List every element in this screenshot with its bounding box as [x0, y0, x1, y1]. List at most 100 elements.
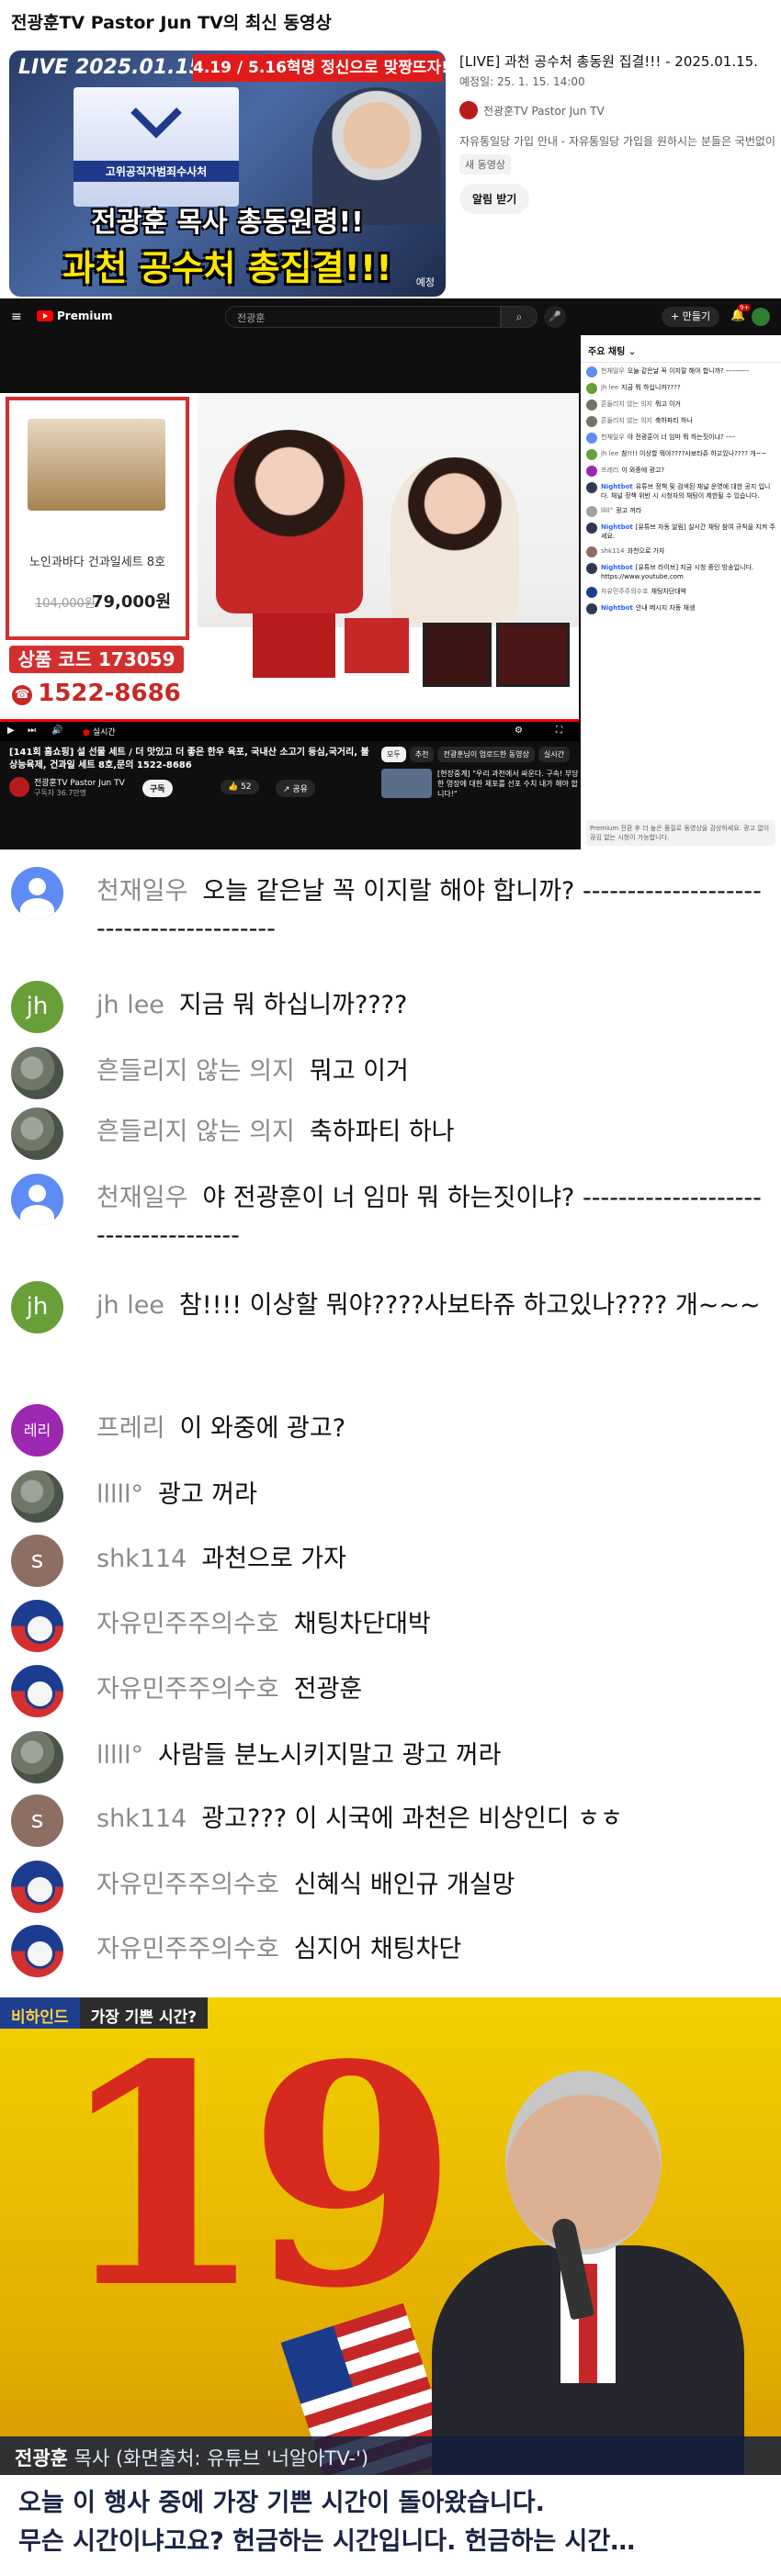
latest-video-section: 전광훈TV Pastor Jun TV의 최신 동영상 LIVE 2025.01… — [0, 0, 781, 298]
share-button[interactable]: ↗ 공유 — [276, 780, 315, 797]
chat-message: Nightbot 유튜브 정책 및 검색된 채널 운영에 대한 공지 입니다. 채… — [586, 482, 775, 501]
chat-author: 흔들리지 않는 의지 — [601, 400, 652, 408]
chat-text: Nightbot [유튜브 자동 알림] 실시간 채팅 참여 규칙을 지켜 주세요… — [601, 523, 775, 541]
chat-author[interactable]: lllll° — [96, 1741, 143, 1770]
chat-author: jh lee — [601, 450, 619, 457]
chat-text: 흔들리지 않는 의지 뭐고 이거 — [601, 399, 681, 411]
notification-bell[interactable]: 🔔 9+ — [730, 304, 752, 322]
chat-avatar[interactable] — [11, 1599, 63, 1652]
volume-icon[interactable]: 🔊 — [51, 726, 62, 736]
chat-avatar[interactable]: s — [11, 1794, 63, 1848]
order-phone: ☎ 1522-8686 — [9, 678, 184, 710]
chat-body: 심지어 채팅차단 — [293, 1935, 462, 1964]
player-channel[interactable]: 전광훈TV Pastor Jun TV 구독자 36.7만명 — [9, 776, 125, 798]
related-filter-chips: 모두 추천 전광훈님이 업로드한 동영상 실시간 — [381, 747, 570, 762]
chat-text: shk114 과천으로 가자 — [96, 1540, 767, 1578]
sale-price: 79,000원 — [92, 592, 172, 612]
user-avatar[interactable] — [752, 308, 770, 326]
chat-avatar[interactable] — [11, 1108, 63, 1161]
youtube-logo[interactable]: Premium — [37, 309, 113, 322]
chip-all[interactable]: 모두 — [381, 747, 406, 762]
notify-button[interactable]: 알림 받기 — [459, 184, 530, 214]
progress-bar[interactable] — [0, 719, 579, 722]
chat-author[interactable]: 자유민주주의수호 — [96, 1871, 279, 1899]
chat-message: jh lee 지금 뭐 하십니까???? — [586, 383, 775, 394]
chat-message: Nightbot 안내 메시지 자동 재생 — [586, 603, 775, 614]
channel-row[interactable]: 전광훈TV Pastor Jun TV — [459, 101, 605, 119]
chat-avatar[interactable]: jh — [11, 1281, 63, 1334]
product-image — [28, 419, 165, 511]
notification-count: 9+ — [738, 304, 752, 311]
chip-channel-uploads[interactable]: 전광훈님이 업로드한 동영상 — [437, 747, 535, 762]
chat-body: 지금 뭐 하십니까???? — [621, 384, 681, 391]
chat-avatar[interactable] — [11, 1469, 63, 1523]
host-left — [216, 430, 363, 613]
chat-text: Nightbot 안내 메시지 자동 재생 — [601, 603, 695, 614]
chat-author[interactable]: 자유민주주의수호 — [96, 1675, 279, 1704]
menu-icon[interactable]: ≡ — [11, 309, 22, 324]
chat-text: jh lee 참!!!! 이상할 뭐야????사보타쥬 하고있나???? 개~~~ — [96, 1287, 767, 1324]
chat-avatar[interactable]: jh — [11, 981, 63, 1034]
live-indicator[interactable]: 실시간 — [83, 726, 116, 737]
chat-text: Nightbot [유튜브 라이브] 지금 시청 중인 방송입니다. https:… — [601, 563, 775, 581]
new-video-chip: 새 동영상 — [459, 154, 511, 174]
settings-icon[interactable]: ⚙ — [515, 726, 523, 736]
chat-avatar — [586, 433, 597, 444]
chat-avatar[interactable] — [11, 1925, 63, 1978]
chat-text: lllll° 광고 꺼라 — [96, 1476, 767, 1513]
chat-author: 천재일우 — [601, 367, 625, 375]
chat-avatar[interactable] — [11, 1665, 63, 1718]
chat-header[interactable]: 주요 채팅 ⌄ — [581, 335, 781, 363]
create-button[interactable]: + 만들기 — [662, 307, 720, 327]
chat-author[interactable]: 천재일우 — [96, 1184, 187, 1212]
chat-author[interactable]: 흔들리지 않는 의지 — [96, 1118, 295, 1146]
video-thumbnail[interactable]: LIVE 2025.01.15 4.19 / 5.16혁명 정신으로 맞짱뜨자!… — [9, 51, 446, 297]
thumb-caption-2: 과천 공수처 총집결!!! — [62, 248, 392, 288]
chat-author[interactable]: 자유민주주의수호 — [96, 1935, 279, 1963]
chat-message: 흔들리지 않는 의지 뭐고 이거 — [586, 399, 775, 411]
chat-author[interactable]: 자유민주주의수호 — [96, 1610, 279, 1638]
search-icon[interactable]: ⌕ — [501, 306, 538, 328]
chat-avatar[interactable]: 레리 — [11, 1404, 63, 1457]
chat-text: 자유민주주의수호 심지어 채팅차단 — [96, 1930, 767, 1968]
like-button[interactable]: 👍 52 — [221, 780, 259, 794]
chat-avatar[interactable] — [11, 1174, 63, 1226]
chat-author[interactable]: 천재일우 — [96, 877, 187, 906]
chat-author[interactable]: jh lee — [96, 1291, 164, 1320]
chat-author[interactable]: shk114 — [96, 1805, 187, 1833]
news-subtitle: 오늘 이 행사 중에 가장 기쁜 시간이 돌아왔습니다. 무슨 시간이냐고요? … — [0, 2475, 781, 2576]
chat-author[interactable]: lllll° — [96, 1480, 143, 1509]
podium-text: 고위공직자범죄수사처 — [74, 161, 239, 182]
section-heading: 전광훈TV Pastor Jun TV의 최신 동영상 — [11, 13, 332, 33]
channel-avatar — [9, 777, 29, 797]
video-player[interactable]: 노인과바다 건과일세트 8호 104,000원 79,000원 상품 코드 17… — [0, 393, 579, 719]
chat-avatar[interactable] — [11, 1860, 63, 1913]
chat-text: 천재일우 오늘 같은날 꼭 이지랄 해야 합니까? ---------------… — [96, 872, 767, 948]
backdrop-digits: 19 — [55, 1998, 458, 2355]
next-icon[interactable]: ⏭ — [28, 726, 36, 736]
fullscreen-icon[interactable]: ⛶ — [556, 726, 562, 736]
chat-body: 축하파티 하나 — [309, 1118, 455, 1147]
chat-text: 천재일우 오늘 같은날 꼭 이지랄 해야 합니까? ---------- — [601, 366, 749, 377]
chat-author[interactable]: jh lee — [96, 991, 164, 1019]
chat-author[interactable]: shk114 — [96, 1545, 187, 1573]
channel-name: 전광훈TV Pastor Jun TV — [483, 104, 605, 118]
related-video[interactable]: [현장중계] "우리 과천에서 싸운다. 구속! 부당한 영장에 대한 체포를 … — [381, 769, 579, 799]
subscribe-button[interactable]: 구독 — [142, 780, 173, 797]
video-meta: [141회 홈쇼핑] 설 선물 세트 / 더 맛있고 더 좋은 한우 육포, 국… — [0, 741, 579, 849]
chip-live[interactable]: 실시간 — [538, 747, 570, 762]
chat-body: 뭐고 이거 — [309, 1057, 409, 1086]
chat-avatar[interactable] — [11, 1731, 63, 1784]
chip-recommended[interactable]: 추천 — [409, 747, 435, 762]
news-segment-tag: 비하인드 가장 기쁜 시간? — [0, 1997, 209, 2029]
video-title[interactable]: [LIVE] 과천 공수처 총동원 집결!!! - 2025.01.15. — [459, 51, 776, 71]
chat-avatar[interactable] — [11, 867, 63, 920]
chat-avatar[interactable]: s — [11, 1535, 63, 1588]
chat-author[interactable]: 프레리 — [96, 1414, 165, 1443]
chat-body: 광고??? 이 시국에 과천은 비상인디 ㅎㅎ — [201, 1805, 623, 1834]
play-icon[interactable]: ▶ — [7, 726, 15, 736]
search-input[interactable]: 전광훈 — [225, 306, 501, 328]
mic-icon[interactable]: 🎤 — [544, 306, 566, 328]
chat-author[interactable]: 흔들리지 않는 의지 — [96, 1057, 295, 1086]
chat-avatar[interactable] — [11, 1047, 63, 1099]
